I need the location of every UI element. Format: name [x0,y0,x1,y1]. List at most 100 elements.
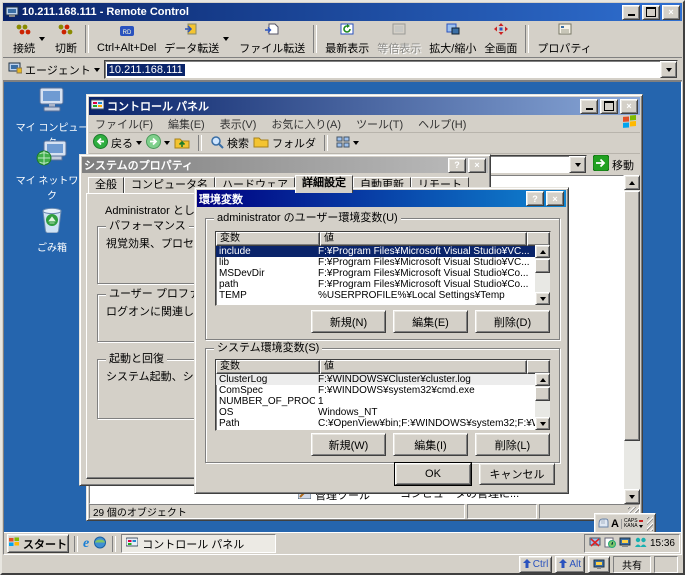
table-row[interactable]: Path C:¥OpenView¥bin;F:¥WINDOWS¥system32… [216,418,550,429]
taskbar-task-control-panel[interactable]: コントロール パネル [121,534,276,553]
back-button[interactable]: 戻る [93,134,142,152]
search-button[interactable]: 検索 [210,135,249,152]
ctrl-alt-del-button[interactable]: RD Ctrl+Alt+Del [93,24,160,55]
tray-clock[interactable]: 15:36 [650,538,675,549]
sysprops-titlebar[interactable]: システムのプロパティ ? × [82,157,488,173]
cp-close-button[interactable]: × [620,99,638,114]
user-delete-button[interactable]: 削除(D) [475,310,550,333]
column-variable[interactable]: 変数 [216,232,320,246]
address-combobox-arrow[interactable] [569,156,586,173]
table-row[interactable]: TEMP %USERPROFILE%¥Local Settings¥Temp [216,290,550,301]
cp-maximize-button[interactable] [600,99,618,114]
alt-key-button[interactable]: Alt [555,556,585,573]
forward-dropdown-icon[interactable] [164,141,170,145]
monitor-status-button[interactable] [588,556,610,573]
table-row[interactable]: include F:¥Program Files¥Microsoft Visua… [216,246,550,257]
user-edit-button[interactable]: 編集(E) [393,310,468,333]
app-restore-button[interactable] [642,5,660,20]
connect-button[interactable]: 接続 [9,22,39,57]
menu-tools[interactable]: ツール(T) [356,116,403,132]
scroll-up-icon[interactable] [535,373,550,386]
scroll-up-icon[interactable] [535,245,550,258]
ie-quicklaunch-icon[interactable]: e [83,537,89,551]
folders-button[interactable]: フォルダ [253,135,316,151]
system-new-button[interactable]: 新規(W) [311,433,386,456]
start-button[interactable]: スタート [7,534,69,553]
back-dropdown-icon[interactable] [136,141,142,145]
file-transfer-button[interactable]: ファイル転送 [235,22,309,57]
connect-dropdown-icon[interactable] [39,37,45,41]
agent-combobox[interactable]: 10.211.168.111 [104,60,678,79]
remote-desktop[interactable]: マイ コンピュータ マイ ネットワーク ごみ箱 コントロール パネル × [3,81,682,555]
sysprops-help-button[interactable]: ? [448,158,466,173]
menu-favorites[interactable]: お気に入り(A) [271,116,341,132]
ctrl-key-button[interactable]: Ctrl [519,556,553,573]
table-row[interactable]: NUMBER_OF_PROC... 1 [216,396,550,407]
ime-bar[interactable]: A CAPS KANA [594,513,656,534]
sysprops-close-button[interactable]: × [468,158,486,173]
zoom-button[interactable]: 拡大/縮小 [425,22,480,57]
envvars-help-button[interactable]: ? [526,191,544,206]
user-variables-table[interactable]: 変数 値 include F:¥Program Files¥Microsoft … [215,231,551,306]
column-value[interactable]: 値 [320,360,527,374]
control-panel-titlebar[interactable]: コントロール パネル × [89,97,640,115]
system-delete-button[interactable]: 削除(L) [475,433,550,456]
table-row[interactable]: MSDevDir F:¥Program Files¥Microsoft Visu… [216,268,550,279]
up-button[interactable] [174,135,190,152]
forward-button[interactable] [146,134,170,152]
refresh-button[interactable]: 最新表示 [321,22,373,57]
cancel-button[interactable]: キャンセル [479,463,555,485]
system-table-scrollbar[interactable] [535,373,550,430]
table-row[interactable]: ComSpec F:¥WINDOWS¥system32¥cmd.exe [216,385,550,396]
user-table-scrollbar[interactable] [535,245,550,305]
show-desktop-icon[interactable] [93,536,107,552]
scrollbar-thumb[interactable] [624,191,640,441]
cp-minimize-button[interactable] [580,99,598,114]
views-dropdown-icon[interactable] [353,141,359,145]
tray-scheduler-icon[interactable] [604,537,616,551]
table-row[interactable]: path F:¥Program Files¥Microsoft Visual S… [216,279,550,290]
scrollbar-thumb[interactable] [535,259,550,273]
ime-input-mode[interactable]: A [611,518,619,530]
system-edit-button[interactable]: 編集(I) [393,433,468,456]
app-minimize-button[interactable] [622,5,640,20]
scroll-down-icon[interactable] [624,489,640,504]
disconnect-button[interactable]: 切断 [51,22,81,57]
views-button[interactable] [336,136,359,151]
agent-combobox-arrow[interactable] [660,61,677,78]
tray-users-icon[interactable] [634,537,647,551]
system-variables-table[interactable]: 変数 値 ClusterLog F:¥WINDOWS¥Cluster¥clust… [215,359,551,431]
ok-button[interactable]: OK [395,463,471,485]
scroll-down-icon[interactable] [535,417,550,430]
menu-view[interactable]: 表示(V) [220,116,257,132]
tab-general[interactable]: 全般 [88,177,124,193]
scroll-up-icon[interactable] [624,175,640,190]
ime-kana-label[interactable]: KANA [624,524,638,529]
app-titlebar[interactable]: 10.211.168.111 - Remote Control × [3,3,682,21]
data-transfer-dropdown-icon[interactable] [223,37,229,41]
envvars-titlebar[interactable]: 環境変数 ? × [197,190,566,207]
scrollbar-thumb[interactable] [535,387,550,401]
table-row[interactable]: lib F:¥Program Files¥Microsoft Visual St… [216,257,550,268]
agent-button[interactable]: エージェント [8,62,100,78]
envvars-close-button[interactable]: × [546,191,564,206]
content-scrollbar[interactable] [624,175,640,504]
user-new-button[interactable]: 新規(N) [311,310,386,333]
table-row[interactable]: ClusterLog F:¥WINDOWS¥Cluster¥cluster.lo… [216,374,550,385]
app-close-button[interactable]: × [662,5,680,20]
table-row[interactable]: OS Windows_NT [216,407,550,418]
column-variable[interactable]: 変数 [216,360,320,374]
tray-network-error-icon[interactable] [589,537,601,551]
menu-edit[interactable]: 編集(E) [168,116,205,132]
column-value[interactable]: 値 [320,232,527,246]
scroll-down-icon[interactable] [535,292,550,305]
data-transfer-button[interactable]: データ転送 [160,22,223,57]
menu-help[interactable]: ヘルプ(H) [418,116,466,132]
tab-advanced[interactable]: 詳細設定 [295,175,353,193]
tray-display-icon[interactable] [619,537,631,551]
properties-button[interactable]: プロパティ [533,22,595,57]
fullscreen-button[interactable]: 全画面 [480,22,521,57]
go-button[interactable]: 移動 [590,155,637,174]
ime-grip[interactable] [647,517,653,531]
menu-file[interactable]: ファイル(F) [95,116,153,132]
